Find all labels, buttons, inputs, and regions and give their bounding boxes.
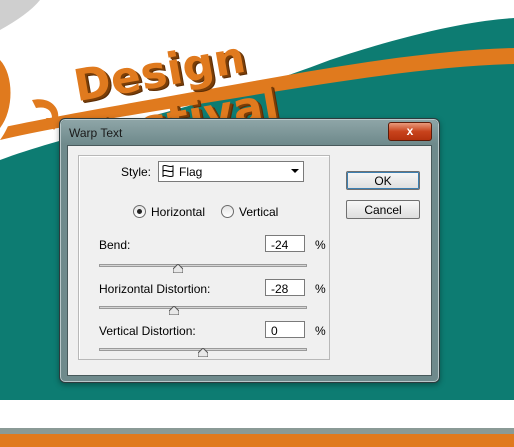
bend-label: Bend: [99,238,131,252]
chevron-down-icon [291,169,299,173]
ok-button[interactable]: OK [346,171,420,190]
style-dropdown[interactable]: Flag [158,161,304,182]
bend-slider[interactable] [99,264,307,273]
horizontal-distortion-label: Horizontal Distortion: [99,282,211,296]
horizontal-distortion-value: -28 [271,282,289,296]
warp-options-group: Style: Flag Horizontal Vertical Bend: -2… [78,155,330,360]
radio-vertical-label: Vertical [239,205,279,219]
radio-horizontal-label: Horizontal [151,205,206,219]
dialog-client-area: Style: Flag Horizontal Vertical Bend: -2… [67,145,432,376]
vertical-distortion-slider[interactable] [99,348,307,357]
dialog-title: Warp Text [69,126,123,140]
vertical-distortion-input[interactable]: 0 [265,321,305,338]
vertical-distortion-percent-sign: % [315,324,326,338]
radio-vertical[interactable] [221,205,234,218]
horizontal-distortion-input[interactable]: -28 [265,279,305,296]
close-button[interactable]: x [388,122,432,141]
horizontal-distortion-percent-sign: % [315,282,326,296]
warp-text-dialog: Warp Text x Style: Flag Horizontal Verti… [59,118,440,383]
cancel-button[interactable]: Cancel [346,200,420,219]
style-value: Flag [179,165,203,179]
vertical-distortion-label: Vertical Distortion: [99,324,196,338]
style-label: Style: [113,165,154,179]
radio-horizontal[interactable] [133,205,146,218]
bend-input[interactable]: -24 [265,235,305,252]
horizontal-distortion-slider[interactable] [99,306,307,315]
vertical-distortion-value: 0 [271,324,278,338]
bend-value: -24 [271,238,289,252]
flag-icon [162,164,174,178]
bend-percent-sign: % [315,238,326,252]
dialog-titlebar[interactable]: Warp Text x [61,120,438,144]
close-icon: x [406,124,414,138]
